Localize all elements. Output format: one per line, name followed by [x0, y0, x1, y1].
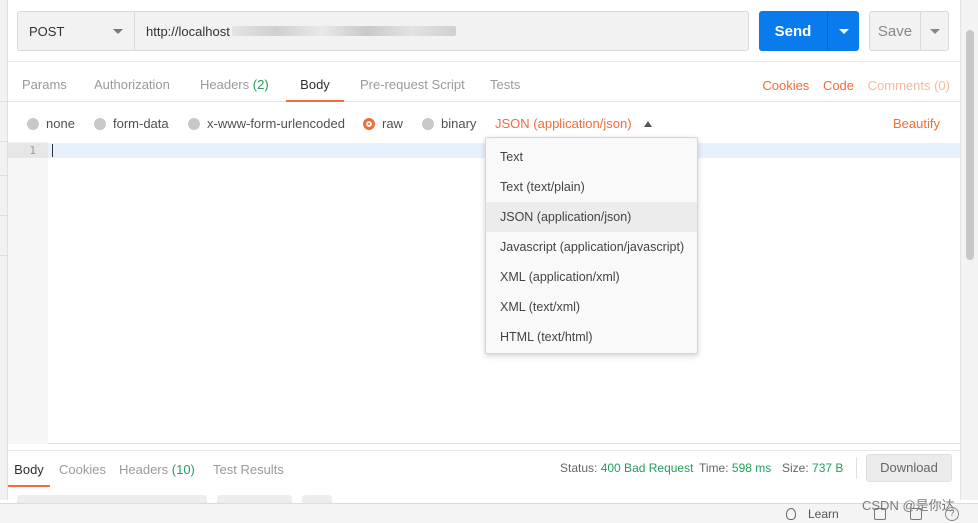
dropdown-item-json[interactable]: JSON (application/json): [486, 202, 697, 232]
method-select[interactable]: POST: [17, 11, 134, 51]
redacted-url-path: [231, 26, 456, 36]
left-panel-edge: [0, 0, 8, 500]
response-tab-body[interactable]: Body: [8, 451, 50, 487]
radio-urlencoded[interactable]: x-www-form-urlencoded: [188, 116, 345, 131]
radio-circle-icon: [27, 117, 39, 130]
chevron-down-icon: [929, 28, 940, 34]
cookies-link[interactable]: Cookies: [762, 78, 809, 93]
send-button-group: Send: [759, 11, 859, 51]
radio-form-data[interactable]: form-data: [94, 116, 169, 131]
save-button-group: Save: [869, 11, 949, 51]
size-label: Size:: [782, 461, 809, 475]
response-tab-headers[interactable]: Headers (10): [119, 451, 195, 487]
learn-button[interactable]: Learn: [786, 507, 839, 521]
radio-none[interactable]: none: [27, 116, 75, 131]
watermark: CSDN @是你达: [862, 498, 955, 513]
status-bar: Learn ?: [0, 503, 978, 523]
content-type-label: JSON (application/json): [495, 116, 632, 131]
divider: [8, 61, 960, 62]
dropdown-item-javascript[interactable]: Javascript (application/javascript): [486, 232, 697, 262]
code-link[interactable]: Code: [823, 78, 854, 93]
chevron-down-icon: [838, 28, 849, 34]
send-options-button[interactable]: [827, 11, 859, 51]
line-number: 1: [8, 143, 48, 158]
time-value: 598 ms: [731, 461, 772, 475]
size-value: 737 B: [812, 461, 844, 475]
response-tabs: Body Cookies Headers (10) Test Results S…: [8, 450, 960, 487]
comments-link[interactable]: Comments (0): [868, 78, 950, 93]
radio-circle-icon: [188, 117, 200, 130]
response-time: Time: 598 ms: [699, 451, 771, 485]
tab-headers-label: Headers: [200, 77, 250, 92]
tab-authorization[interactable]: Authorization: [94, 64, 170, 102]
dropdown-item-html[interactable]: HTML (text/html): [486, 322, 697, 352]
beautify-link[interactable]: Beautify: [893, 116, 940, 131]
tab-body[interactable]: Body: [286, 64, 344, 102]
save-button[interactable]: Save: [870, 12, 920, 50]
url-input[interactable]: http://localhost: [134, 11, 749, 51]
dropdown-item-xml-text[interactable]: XML (text/xml): [486, 292, 697, 322]
request-links: Cookies Code Comments (0): [752, 64, 950, 102]
radio-circle-icon: [94, 117, 106, 130]
content-type-select[interactable]: JSON (application/json): [495, 116, 652, 131]
tab-headers-count: (2): [252, 77, 269, 92]
radio-urlencoded-label: x-www-form-urlencoded: [207, 116, 345, 131]
radio-selected-icon: [363, 117, 375, 130]
text-cursor: [52, 144, 53, 157]
response-tab-test-results[interactable]: Test Results: [213, 451, 284, 487]
time-label: Time:: [699, 461, 729, 475]
request-bar: POST http://localhost: [17, 11, 749, 51]
chevron-up-icon: [643, 120, 652, 127]
content-type-dropdown: Text Text (text/plain) JSON (application…: [485, 137, 698, 354]
status-label: Status:: [560, 461, 598, 475]
divider: [856, 457, 857, 479]
url-text: http://localhost: [146, 23, 230, 39]
scrollbar-thumb[interactable]: [966, 30, 974, 260]
body-editor[interactable]: 1: [8, 142, 960, 444]
body-type-options: none form-data x-www-form-urlencoded raw…: [8, 104, 960, 142]
radio-circle-icon: [422, 117, 434, 130]
status-value: 400 Bad Request: [600, 461, 694, 475]
save-options-button[interactable]: [920, 12, 948, 50]
response-tab-headers-count: (10): [171, 462, 195, 477]
editor-gutter: 1: [8, 142, 48, 444]
send-button[interactable]: Send: [759, 11, 827, 51]
dropdown-item-text[interactable]: Text: [486, 142, 697, 172]
radio-binary[interactable]: binary: [422, 116, 476, 131]
radio-raw[interactable]: raw: [363, 116, 403, 131]
radio-none-label: none: [46, 116, 75, 131]
right-scrollbar[interactable]: [960, 0, 978, 500]
response-tab-headers-label: Headers: [119, 462, 169, 477]
tab-tests[interactable]: Tests: [490, 64, 520, 102]
lightbulb-icon: [786, 508, 796, 520]
radio-raw-label: raw: [382, 116, 403, 131]
response-status: Status: 400 Bad Request: [560, 451, 693, 485]
dropdown-item-text-plain[interactable]: Text (text/plain): [486, 172, 697, 202]
tab-params[interactable]: Params: [22, 64, 67, 102]
response-tab-cookies[interactable]: Cookies: [59, 451, 106, 487]
radio-binary-label: binary: [441, 116, 477, 131]
chevron-down-icon: [113, 29, 123, 34]
dropdown-item-xml-application[interactable]: XML (application/xml): [486, 262, 697, 292]
learn-label: Learn: [808, 507, 839, 521]
download-button[interactable]: Download: [866, 454, 952, 482]
response-size: Size: 737 B: [782, 451, 843, 485]
request-tabs: Params Authorization Headers (2) Body Pr…: [8, 64, 960, 102]
radio-form-data-label: form-data: [113, 116, 169, 131]
tab-headers[interactable]: Headers (2): [200, 64, 269, 102]
method-label: POST: [29, 23, 65, 39]
tab-prerequest-script[interactable]: Pre-request Script: [360, 64, 465, 102]
